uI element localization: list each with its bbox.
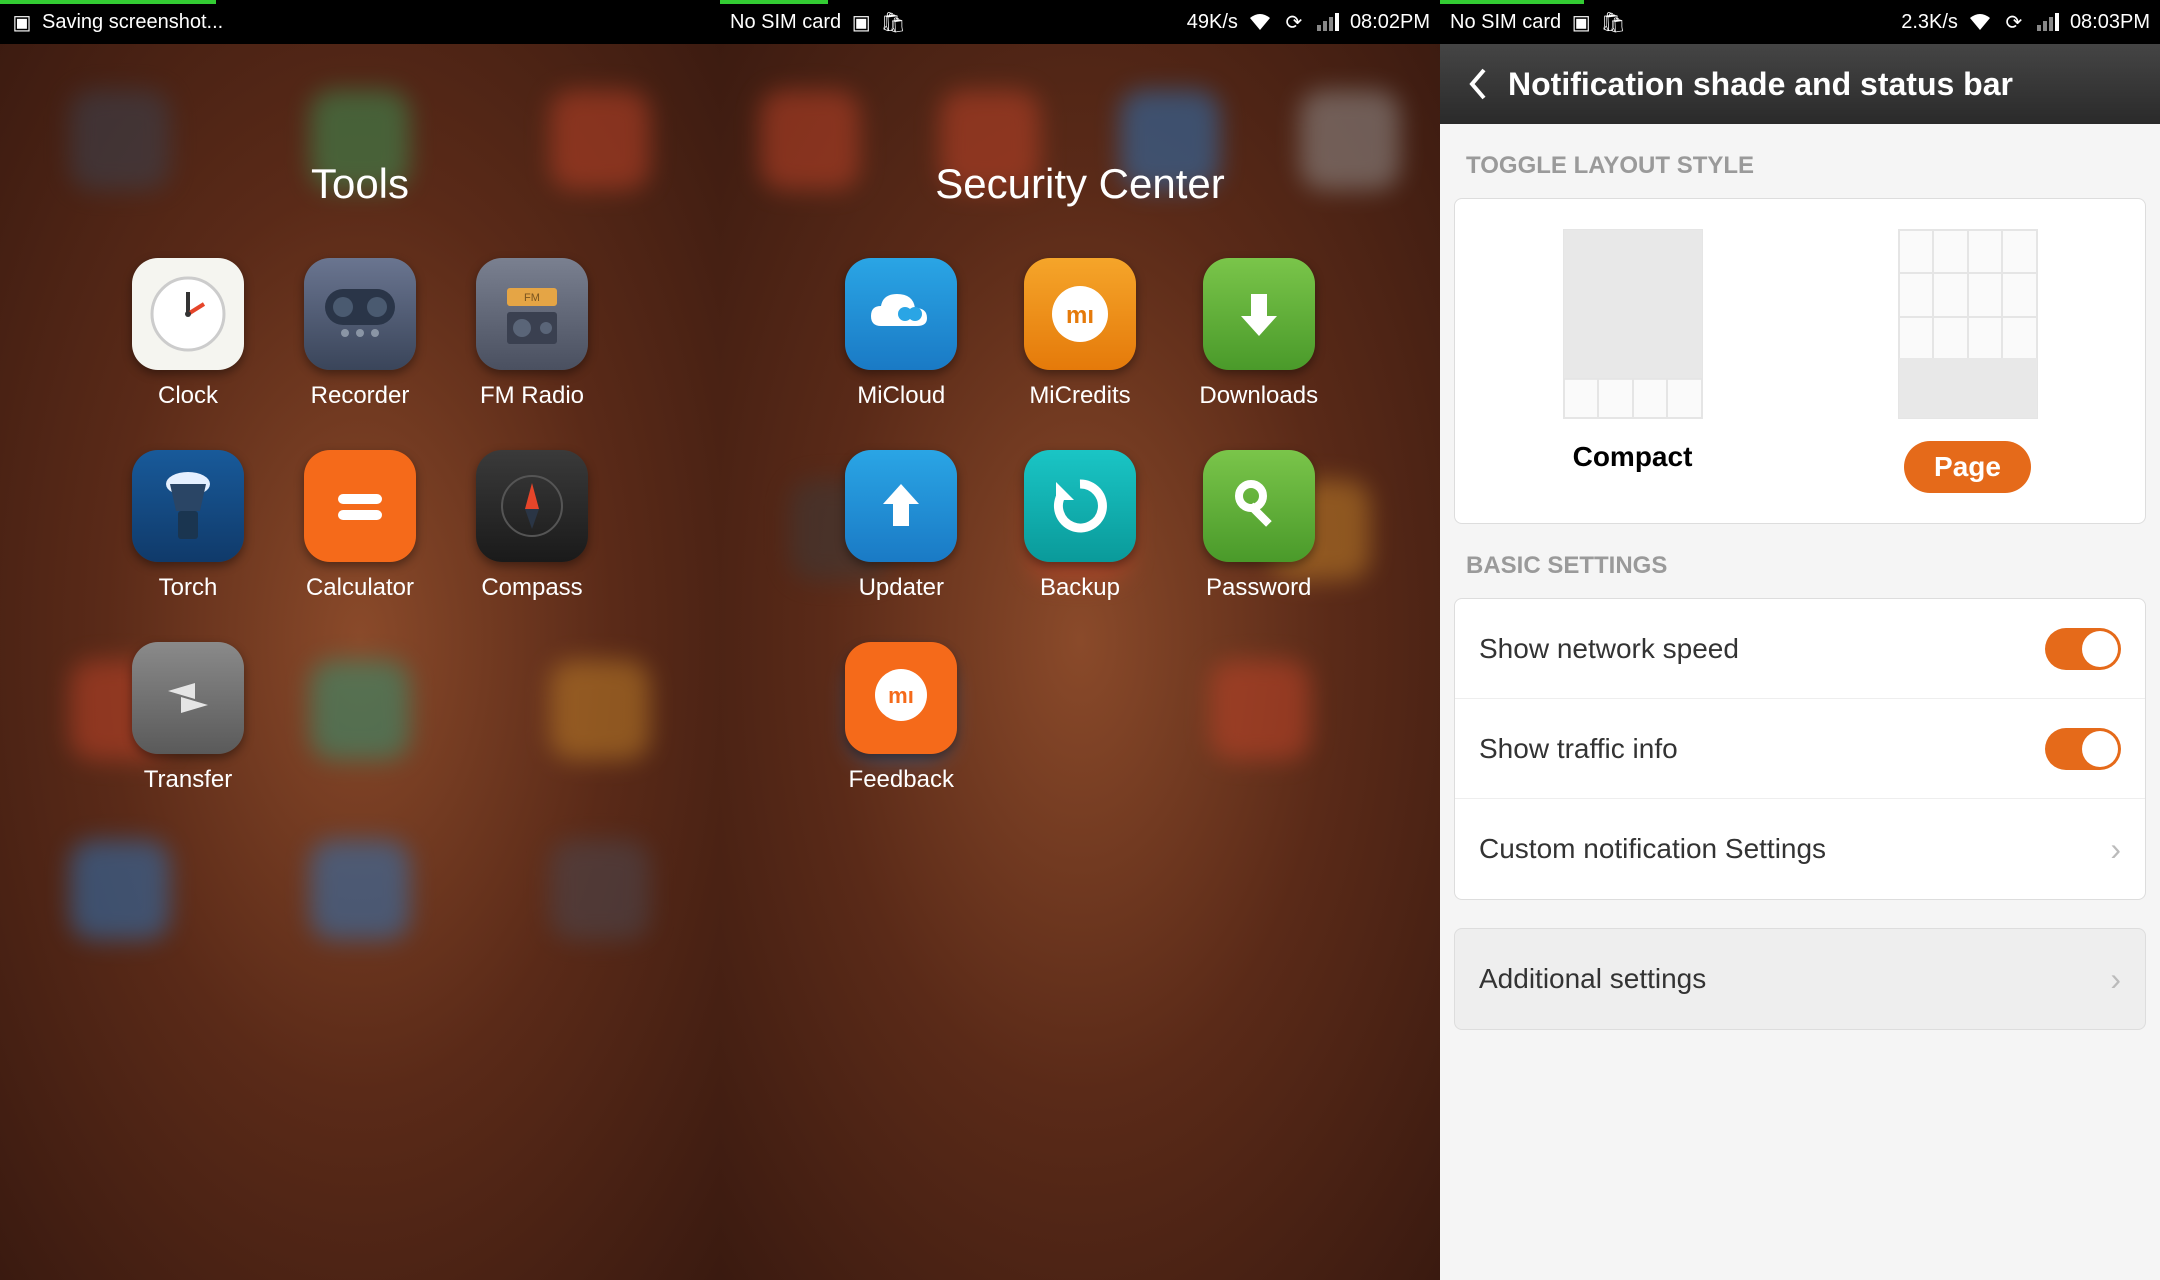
settings-body[interactable]: TOGGLE LAYOUT STYLE Compact Page <box>1440 124 2160 1280</box>
app-transfer[interactable]: Transfer <box>132 642 244 794</box>
app-label: Backup <box>1040 574 1120 602</box>
network-speed: 2.3K/s <box>1901 11 1958 34</box>
row-label: Show network speed <box>1479 633 1739 665</box>
clock-icon <box>132 258 244 370</box>
basic-settings-card: Show network speed Show traffic info Cus… <box>1454 598 2146 900</box>
folder-overlay: Tools Clock Recorder FM FM Radio <box>0 0 720 1280</box>
screen-settings: No SIM card ▣ 🛍 2.3K/s ⟳ 08:03PM Notific… <box>1440 0 2160 1280</box>
svg-text:mı: mı <box>1066 302 1094 329</box>
layout-label: Compact <box>1573 441 1693 473</box>
sim-status: No SIM card <box>1450 11 1561 34</box>
app-label: FM Radio <box>480 382 584 410</box>
key-icon <box>1203 450 1315 562</box>
download-icon <box>1203 258 1315 370</box>
app-recorder[interactable]: Recorder <box>304 258 416 410</box>
folder-overlay: Security Center MiCloud mı MiCredits Dow… <box>720 0 1440 1280</box>
page-title: Notification shade and status bar <box>1508 66 2013 103</box>
app-label: Updater <box>859 574 944 602</box>
app-calculator[interactable]: Calculator <box>304 450 416 602</box>
back-button[interactable] <box>1456 62 1500 106</box>
app-label: Clock <box>158 382 218 410</box>
bag-icon: 🛍 <box>1601 10 1625 34</box>
row-custom-notification[interactable]: Custom notification Settings › <box>1455 799 2145 899</box>
settings-header: Notification shade and status bar <box>1440 44 2160 124</box>
layout-option-compact[interactable]: Compact <box>1563 229 1703 493</box>
wifi-icon <box>1968 10 1992 34</box>
compact-preview <box>1563 229 1703 419</box>
app-label: Password <box>1206 574 1311 602</box>
row-label: Additional settings <box>1479 963 1706 995</box>
app-micloud[interactable]: MiCloud <box>842 258 961 410</box>
transfer-icon <box>132 642 244 754</box>
app-label: Compass <box>481 574 582 602</box>
page-preview <box>1898 229 2038 419</box>
status-bar: No SIM card ▣ 🛍 2.3K/s ⟳ 08:03PM <box>1440 0 2160 44</box>
app-label: Recorder <box>311 382 410 410</box>
app-label: Downloads <box>1199 382 1318 410</box>
toggle-switch[interactable] <box>2045 628 2121 670</box>
app-label: Transfer <box>144 766 232 794</box>
app-label: Feedback <box>849 766 954 794</box>
folder-title: Tools <box>311 160 409 208</box>
app-password[interactable]: Password <box>1199 450 1318 602</box>
row-additional-settings[interactable]: Additional settings › <box>1455 929 2145 1029</box>
compass-icon <box>476 450 588 562</box>
toggle-layout-card: Compact Page <box>1454 198 2146 524</box>
app-torch[interactable]: Torch <box>132 450 244 602</box>
app-label: MiCloud <box>857 382 945 410</box>
layout-label: Page <box>1904 441 2031 493</box>
app-micredits[interactable]: mı MiCredits <box>1021 258 1140 410</box>
svg-text:FM: FM <box>524 292 540 304</box>
signal-icon <box>2036 10 2060 34</box>
app-downloads[interactable]: Downloads <box>1199 258 1318 410</box>
screen-security-center: No SIM card ▣ 🛍 49K/s ⟳ 08:02PM S <box>720 0 1440 1280</box>
clock-time: 08:03PM <box>2070 11 2150 34</box>
row-show-network-speed[interactable]: Show network speed <box>1455 599 2145 699</box>
chevron-right-icon: › <box>2110 961 2121 998</box>
app-label: Calculator <box>306 574 414 602</box>
section-header: BASIC SETTINGS <box>1440 524 2160 598</box>
folder-title: Security Center <box>935 160 1224 208</box>
app-label: Torch <box>159 574 218 602</box>
chevron-right-icon: › <box>2110 831 2121 868</box>
radio-icon: FM <box>476 258 588 370</box>
refresh-icon <box>1024 450 1136 562</box>
app-feedback[interactable]: mı Feedback <box>842 642 961 794</box>
row-label: Show traffic info <box>1479 733 1678 765</box>
mi-coin-icon: mı <box>1024 258 1136 370</box>
toggle-switch[interactable] <box>2045 728 2121 770</box>
row-show-traffic-info[interactable]: Show traffic info <box>1455 699 2145 799</box>
chat-icon: mı <box>845 642 957 754</box>
calculator-icon <box>304 450 416 562</box>
app-backup[interactable]: Backup <box>1021 450 1140 602</box>
app-label: MiCredits <box>1029 382 1130 410</box>
app-compass[interactable]: Compass <box>476 450 588 602</box>
recorder-icon <box>304 258 416 370</box>
app-updater[interactable]: Updater <box>842 450 961 602</box>
screen-tools: ▣ Saving screenshot... Tools Clock <box>0 0 720 1280</box>
row-label: Custom notification Settings <box>1479 833 1826 865</box>
app-clock[interactable]: Clock <box>132 258 244 410</box>
additional-settings-card: Additional settings › <box>1454 928 2146 1030</box>
section-header: TOGGLE LAYOUT STYLE <box>1440 124 2160 198</box>
app-fm-radio[interactable]: FM FM Radio <box>476 258 588 410</box>
upload-icon <box>845 450 957 562</box>
cloud-icon <box>845 258 957 370</box>
torch-icon <box>132 450 244 562</box>
image-icon: ▣ <box>1569 10 1593 34</box>
svg-text:mı: mı <box>888 683 914 708</box>
sync-icon: ⟳ <box>2002 10 2026 34</box>
layout-option-page[interactable]: Page <box>1898 229 2038 493</box>
